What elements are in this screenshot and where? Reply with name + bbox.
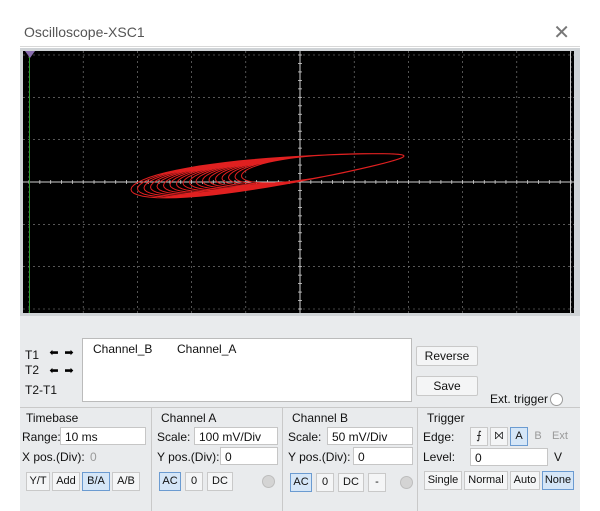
channel-b-dc-button[interactable]: DC — [338, 473, 364, 492]
section-divider — [417, 408, 418, 511]
title-bar: Oscilloscope-XSC1 ✕ — [20, 18, 580, 47]
trigger-edge-label: Edge: — [423, 430, 455, 444]
trigger-source-a-button[interactable]: A — [510, 427, 528, 446]
window-title: Oscilloscope-XSC1 — [24, 24, 145, 40]
channel-b-ac-button[interactable]: AC — [290, 473, 312, 492]
channel-a-radio[interactable] — [262, 475, 275, 488]
save-button[interactable]: Save — [416, 376, 478, 396]
channel-a-ac-button[interactable]: AC — [159, 472, 181, 491]
channel-b-ypos-label: Y pos.(Div): — [288, 450, 351, 464]
channel-a-dc-button[interactable]: DC — [207, 472, 233, 491]
cursor-t1-line[interactable] — [29, 51, 30, 313]
section-divider — [20, 407, 580, 408]
section-divider — [282, 408, 283, 511]
ext-trigger-label: Ext. trigger — [490, 392, 549, 406]
t1-label: T1 — [25, 348, 40, 362]
trigger-level-unit: V — [554, 450, 563, 464]
timebase-range-field[interactable]: 10 ms — [60, 427, 146, 445]
mode-add-button[interactable]: Add — [52, 472, 80, 491]
channel-a-zero-button[interactable]: 0 — [185, 472, 203, 491]
mode-yt-button[interactable]: Y/T — [26, 472, 50, 491]
scope-display — [23, 51, 574, 313]
close-icon[interactable]: ✕ — [553, 20, 570, 45]
readout-col-channel-a: Channel_A — [177, 342, 237, 356]
channel-b-zero-button[interactable]: 0 — [316, 473, 334, 492]
channel-b-scale-label: Scale: — [288, 430, 322, 444]
scope-screen — [23, 51, 574, 313]
trigger-none-button[interactable]: None — [542, 471, 574, 490]
channel-a-ypos-label: Y pos.(Div): — [157, 450, 220, 464]
section-divider — [151, 408, 152, 511]
timebase-xpos-value[interactable]: 0 — [90, 450, 97, 464]
reverse-button[interactable]: Reverse — [416, 346, 478, 366]
readout-col-channel-b: Channel_B — [93, 342, 153, 356]
channel-a-title: Channel A — [161, 411, 217, 425]
channel-a-ypos-field[interactable]: 0 — [220, 447, 278, 465]
timebase-range-label: Range: — [22, 430, 61, 444]
trigger-single-button[interactable]: Single — [424, 471, 462, 490]
trigger-auto-button[interactable]: Auto — [510, 471, 540, 490]
t2-t1-label: T2-T1 — [25, 383, 58, 397]
cursor-readout-table: Channel_B Channel_A — [82, 338, 412, 402]
mode-ab-button[interactable]: A/B — [112, 472, 140, 491]
t1-right-arrow-icon[interactable]: ➡ — [63, 347, 75, 359]
t2-right-arrow-icon[interactable]: ➡ — [63, 365, 75, 377]
timebase-xpos-label: X pos.(Div): — [22, 450, 85, 464]
mode-ba-button[interactable]: B/A — [82, 472, 110, 491]
channel-a-scale-label: Scale: — [157, 430, 191, 444]
scope-screen-frame — [20, 48, 580, 316]
cursor-t2-line[interactable] — [570, 51, 571, 313]
channel-b-ypos-field[interactable]: 0 — [353, 447, 413, 465]
channel-b-minus-button[interactable]: - — [368, 473, 386, 492]
timebase-title: Timebase — [26, 411, 79, 425]
control-panel: T1 ⬅ ➡ T2 ⬅ ➡ T2-T1 Channel_B Channel_A … — [20, 316, 580, 511]
cursor-t1-marker-icon[interactable] — [25, 51, 35, 58]
rising-edge-icon[interactable]: ⨍ — [470, 427, 488, 446]
trigger-source-ext-button[interactable]: Ext — [548, 427, 572, 446]
ext-trigger-radio[interactable] — [550, 393, 563, 406]
oscilloscope-window: Oscilloscope-XSC1 ✕ T1 ⬅ ➡ T2 ⬅ ➡ T2-T1 … — [0, 0, 600, 511]
trigger-normal-button[interactable]: Normal — [464, 471, 508, 490]
falling-edge-icon[interactable]: ⨝ — [490, 427, 508, 446]
lissajous-trace — [130, 153, 405, 199]
t2-left-arrow-icon[interactable]: ⬅ — [48, 365, 60, 377]
trigger-title: Trigger — [427, 411, 465, 425]
t2-label: T2 — [25, 363, 40, 377]
channel-a-scale-field[interactable]: 100 mV/Div — [194, 427, 278, 445]
t1-left-arrow-icon[interactable]: ⬅ — [48, 347, 60, 359]
channel-b-scale-field[interactable]: 50 mV/Div — [327, 427, 413, 445]
trigger-level-label: Level: — [423, 450, 456, 464]
trigger-source-b-button[interactable]: B — [530, 427, 546, 446]
trigger-level-field[interactable]: 0 — [470, 448, 548, 466]
channel-b-title: Channel B — [292, 411, 349, 425]
channel-b-radio[interactable] — [400, 476, 413, 489]
